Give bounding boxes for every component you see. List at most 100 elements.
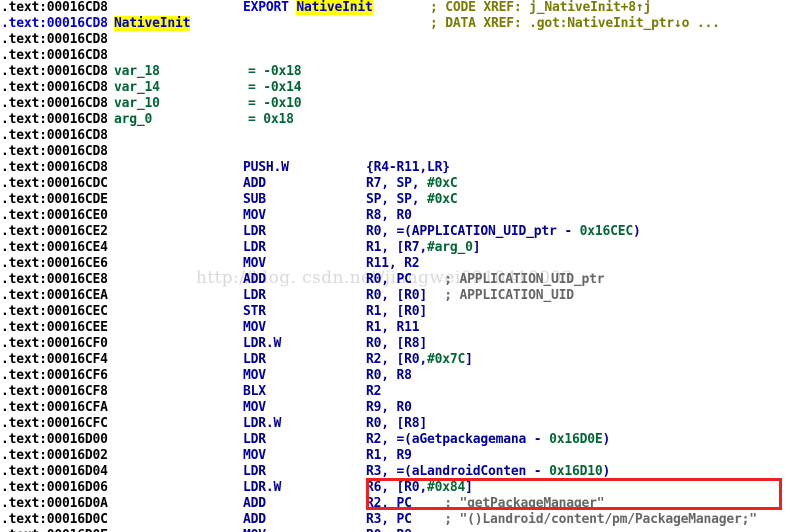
line-address: .text:00016CF8 xyxy=(1,384,108,399)
instruction-mnemonic[interactable]: PUSH.W xyxy=(243,160,289,176)
instruction-operands[interactable]: R3, PC xyxy=(366,512,412,528)
code-xref-comment: ; CODE XREF: j_NativeInit+8↑j xyxy=(430,0,652,15)
disassembly-line[interactable]: .text:00016CFC LDR.W R0, [R8] xyxy=(0,416,789,432)
instruction-operands[interactable]: R3, =(aLandroidConten - 0x16D10) xyxy=(366,464,610,480)
instruction-operands[interactable]: R2, =(aGetpackagemana - 0x16D0E) xyxy=(366,432,610,448)
instruction-operands[interactable]: {R4-R11,LR} xyxy=(366,160,450,176)
stack-variable-name[interactable]: var_14 xyxy=(114,80,160,96)
instruction-mnemonic[interactable]: MOV xyxy=(243,528,266,532)
instruction-mnemonic[interactable]: LDR xyxy=(243,224,266,240)
disassembly-line[interactable]: .text:00016D0A ADD R2, PC ; "getPackageMana… xyxy=(0,496,789,512)
stack-variable-name[interactable]: arg_0 xyxy=(114,112,152,128)
instruction-mnemonic[interactable]: ADD xyxy=(243,496,266,512)
stack-variable-name[interactable]: var_10 xyxy=(114,96,160,112)
stack-variable-value: = -0x10 xyxy=(248,96,302,111)
disassembly-line[interactable]: .text:00016CD8 xyxy=(0,144,789,160)
disassembly-line[interactable]: .text:00016CFA MOV R9, R0 xyxy=(0,400,789,416)
instruction-mnemonic[interactable]: LDR.W xyxy=(243,416,281,432)
disassembly-line[interactable]: .text:00016CE8 ADD R0, PC ; APPLICATION_UID… xyxy=(0,272,789,288)
disassembly-line[interactable]: .text:00016CDE SUB SP, SP, #0xC xyxy=(0,192,789,208)
disassembly-line[interactable]: .text:00016D06 LDR.W R6, [R0,#0x84] xyxy=(0,480,789,496)
stack-variable-name[interactable]: var_18 xyxy=(114,64,160,80)
instruction-mnemonic[interactable]: LDR xyxy=(243,240,266,256)
line-address: .text:00016CD8 xyxy=(1,160,108,175)
instruction-mnemonic[interactable]: LDR xyxy=(243,352,266,368)
highlighted-symbol[interactable]: NativeInit xyxy=(296,0,373,15)
instruction-operands[interactable]: R1, [R7,#arg_0] xyxy=(366,240,481,256)
inline-comment: ; "()Landroid/content/pm/PackageManager;… xyxy=(444,512,757,527)
line-address: .text:00016D0C xyxy=(1,512,108,527)
instruction-mnemonic[interactable]: LDR xyxy=(243,464,266,480)
instruction-mnemonic[interactable]: STR xyxy=(243,304,266,320)
disassembly-line[interactable]: .text:00016CD8 var_14 = -0x14 xyxy=(0,80,789,96)
instruction-operands[interactable]: R8, R0 xyxy=(366,208,412,224)
line-address: .text:00016D02 xyxy=(1,448,108,463)
line-address: .text:00016CE4 xyxy=(1,240,108,255)
disassembly-line[interactable]: .text:00016CD8 xyxy=(0,32,789,48)
instruction-operands[interactable]: R0, [R0] xyxy=(366,288,427,304)
instruction-mnemonic[interactable]: MOV xyxy=(243,208,266,224)
instruction-mnemonic[interactable]: MOV xyxy=(243,400,266,416)
instruction-operands[interactable]: R7, SP, #0xC xyxy=(366,176,458,192)
disassembly-line[interactable]: .text:00016CF0 LDR.W R0, [R8] xyxy=(0,336,789,352)
instruction-mnemonic[interactable]: ADD xyxy=(243,272,266,288)
disassembly-line[interactable]: .text:00016D04 LDR R3, =(aLandroidConten -… xyxy=(0,464,789,480)
instruction-mnemonic[interactable]: LDR.W xyxy=(243,480,281,496)
disassembly-line[interactable]: .text:00016D00 LDR R2, =(aGetpackagemana -… xyxy=(0,432,789,448)
disassembly-line[interactable]: .text:00016D0C ADD R3, PC ; "()Landroid/con… xyxy=(0,512,789,528)
instruction-mnemonic[interactable]: LDR xyxy=(243,288,266,304)
disassembly-line[interactable]: .text:00016D0E MOV R0, R8 xyxy=(0,528,789,532)
instruction-operands[interactable]: R1, R11 xyxy=(366,320,420,336)
instruction-mnemonic[interactable]: BLX xyxy=(243,384,266,400)
instruction-mnemonic[interactable]: MOV xyxy=(243,256,266,272)
instruction-operands[interactable]: R0, R8 xyxy=(366,528,412,532)
disassembly-line[interactable]: .text:00016CE4 LDR R1, [R7,#arg_0] xyxy=(0,240,789,256)
disassembly-line[interactable]: .text:00016CD8 var_18 = -0x18 xyxy=(0,64,789,80)
ida-disassembly-view: http://blog. csdn.net/jiangwei0910410003… xyxy=(0,0,789,532)
instruction-operands[interactable]: R0, [R8] xyxy=(366,416,427,432)
disassembly-line[interactable]: .text:00016CEA LDR R0, [R0] ; APPLICATION_U… xyxy=(0,288,789,304)
instruction-operands[interactable]: R11, R2 xyxy=(366,256,420,272)
disassembly-line[interactable]: .text:00016CEE MOV R1, R11 xyxy=(0,320,789,336)
instruction-operands[interactable]: R0, PC xyxy=(366,272,412,288)
disassembly-line[interactable]: .text:00016CF6 MOV R0, R8 xyxy=(0,368,789,384)
instruction-mnemonic[interactable]: MOV xyxy=(243,448,266,464)
instruction-operands[interactable]: R1, R9 xyxy=(366,448,412,464)
disassembly-line[interactable]: .text:00016CE6 MOV R11, R2 xyxy=(0,256,789,272)
disassembly-line[interactable]: .text:00016CF4 LDR R2, [R0,#0x7C] xyxy=(0,352,789,368)
line-address: .text:00016CEC xyxy=(1,304,108,319)
line-address: .text:00016CEA xyxy=(1,288,108,303)
instruction-operands[interactable]: R2, [R0,#0x7C] xyxy=(366,352,473,368)
disassembly-line[interactable]: .text:00016D02 MOV R1, R9 xyxy=(0,448,789,464)
instruction-mnemonic[interactable]: MOV xyxy=(243,320,266,336)
disassembly-line[interactable]: .text:00016CF8 BLX R2 xyxy=(0,384,789,400)
instruction-mnemonic[interactable]: ADD xyxy=(243,176,266,192)
disassembly-line[interactable]: .text:00016CE0 MOV R8, R0 xyxy=(0,208,789,224)
disassembly-line[interactable]: .text:00016CD8 xyxy=(0,48,789,64)
instruction-mnemonic[interactable]: LDR.W xyxy=(243,336,281,352)
disassembly-line[interactable]: .text:00016CD8 PUSH.W {R4-R11,LR} xyxy=(0,160,789,176)
disassembly-line[interactable]: .text:00016CD8 EXPORT NativeInit ; CODE XR… xyxy=(0,0,789,16)
instruction-mnemonic[interactable]: SUB xyxy=(243,192,266,208)
instruction-operands[interactable]: R6, [R0,#0x84] xyxy=(366,480,473,496)
instruction-mnemonic[interactable]: ADD xyxy=(243,512,266,528)
function-label[interactable]: NativeInit xyxy=(114,16,190,32)
instruction-operands[interactable]: SP, SP, #0xC xyxy=(366,192,458,208)
disassembly-line[interactable]: .text:00016CD8 NativeInit ; DATA XREF: .go… xyxy=(0,16,789,32)
instruction-operands[interactable]: R0, [R8] xyxy=(366,336,427,352)
instruction-operands[interactable]: R1, [R0] xyxy=(366,304,427,320)
disassembly-line[interactable]: .text:00016CD8 xyxy=(0,128,789,144)
instruction-operands[interactable]: R0, =(APPLICATION_UID_ptr - 0x16CEC) xyxy=(366,224,641,240)
disassembly-line[interactable]: .text:00016CDC ADD R7, SP, #0xC xyxy=(0,176,789,192)
disassembly-line[interactable]: .text:00016CD8 var_10 = -0x10 xyxy=(0,96,789,112)
instruction-operands[interactable]: R2, PC xyxy=(366,496,412,512)
instruction-mnemonic[interactable]: LDR xyxy=(243,432,266,448)
disassembly-line[interactable]: .text:00016CE2 LDR R0, =(APPLICATION_UID_p… xyxy=(0,224,789,240)
instruction-operands[interactable]: R2 xyxy=(366,384,381,400)
disassembly-listing[interactable]: .text:00016CD8 EXPORT NativeInit ; CODE XR… xyxy=(0,0,789,532)
disassembly-line[interactable]: .text:00016CEC STR R1, [R0] xyxy=(0,304,789,320)
instruction-operands[interactable]: R9, R0 xyxy=(366,400,412,416)
disassembly-line[interactable]: .text:00016CD8 arg_0 = 0x18 xyxy=(0,112,789,128)
instruction-mnemonic[interactable]: MOV xyxy=(243,368,266,384)
instruction-operands[interactable]: R0, R8 xyxy=(366,368,412,384)
